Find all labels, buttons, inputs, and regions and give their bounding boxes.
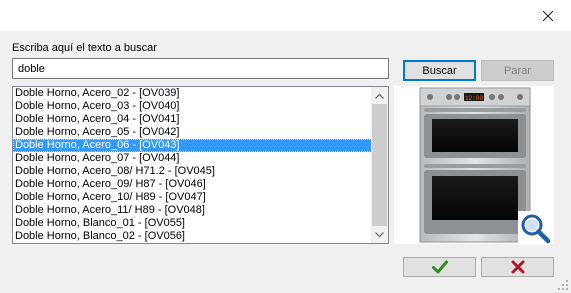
results-list[interactable]: Doble Horno, Acero_02 - [OV039] Doble Hor… bbox=[12, 86, 389, 244]
list-item[interactable]: Doble Horno, Acero_02 - [OV039] bbox=[13, 87, 372, 100]
scroll-thumb[interactable] bbox=[372, 104, 387, 226]
cancel-button[interactable] bbox=[481, 257, 554, 277]
list-item[interactable]: Doble Horno, Acero_11/ H89 - [OV048] bbox=[13, 204, 372, 217]
x-mark-icon bbox=[511, 260, 524, 274]
list-item[interactable]: Doble Horno, Acero_06 - [OV043] bbox=[13, 139, 372, 152]
close-icon bbox=[543, 10, 553, 21]
results-list-items: Doble Horno, Acero_02 - [OV039] Doble Hor… bbox=[13, 87, 372, 243]
list-item[interactable]: Doble Horno, Acero_07 - [OV044] bbox=[13, 152, 372, 165]
zoom-button[interactable] bbox=[518, 211, 552, 245]
stop-button[interactable]: Parar bbox=[481, 60, 554, 81]
list-item[interactable]: Doble Horno, Acero_04 - [OV041] bbox=[13, 113, 372, 126]
ok-button[interactable] bbox=[403, 257, 476, 277]
list-item[interactable]: Doble Horno, Acero_05 - [OV042] bbox=[13, 126, 372, 139]
chevron-down-icon bbox=[375, 231, 384, 237]
list-item[interactable]: Doble Horno, Blanco_02 - [OV056] bbox=[13, 230, 372, 243]
list-item[interactable]: Doble Horno, Blanco_01 - [OV055] bbox=[13, 217, 372, 230]
search-input[interactable] bbox=[12, 58, 389, 79]
search-button[interactable]: Buscar bbox=[403, 60, 476, 81]
vertical-scrollbar[interactable] bbox=[371, 87, 388, 243]
list-item[interactable]: Doble Horno, Acero_08/ H71.2 - [OV045] bbox=[13, 165, 372, 178]
oven-clock-display: 12:00 bbox=[465, 95, 483, 102]
title-bar bbox=[0, 0, 571, 31]
close-button[interactable] bbox=[525, 0, 571, 31]
magnifier-icon bbox=[521, 214, 551, 244]
list-item[interactable]: Doble Horno, Acero_03 - [OV040] bbox=[13, 100, 372, 113]
scroll-up-button[interactable] bbox=[371, 87, 388, 104]
search-label: Escriba aquí el texto a buscar bbox=[12, 42, 157, 54]
chevron-up-icon bbox=[375, 93, 384, 99]
checkmark-icon bbox=[431, 260, 448, 274]
resize-grip-icon[interactable] bbox=[557, 279, 569, 291]
knob-icon bbox=[427, 94, 433, 100]
list-item[interactable]: Doble Horno, Acero_09/ H87 - [OV046] bbox=[13, 178, 372, 191]
list-item[interactable]: Doble Horno, Acero_10/ H89 - [OV047] bbox=[13, 191, 372, 204]
scroll-down-button[interactable] bbox=[371, 226, 388, 243]
